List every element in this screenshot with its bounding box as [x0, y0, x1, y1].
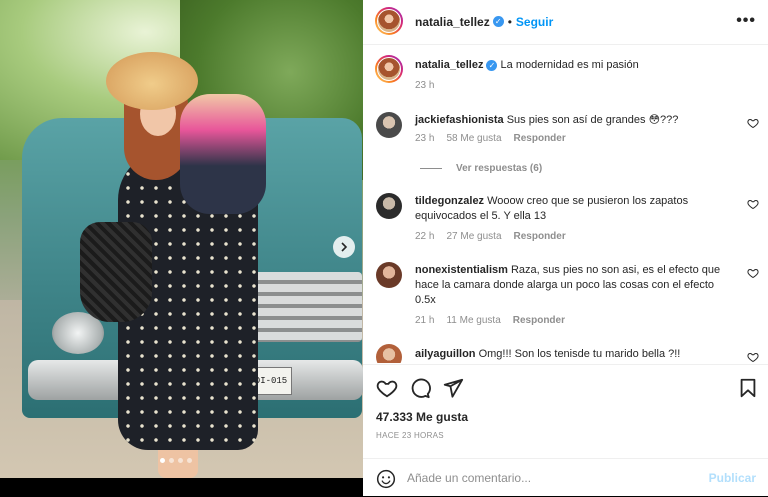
more-options-icon[interactable]: •••: [736, 12, 756, 30]
chevron-right-icon: [341, 242, 348, 252]
author-username[interactable]: natalia_tellez: [415, 15, 490, 29]
carousel-dots: [160, 458, 192, 463]
caption: natalia_tellez ✓ La modernidad es mi pasi…: [415, 58, 745, 73]
comment-username[interactable]: tildegonzalez: [415, 195, 484, 207]
comment-username[interactable]: jackiefashionista: [415, 114, 504, 126]
comment-item: jackiefashionista Sus pies son así de gr…: [415, 113, 745, 128]
comment-time: 23 h: [415, 133, 435, 144]
carousel-dot: [178, 458, 183, 463]
heart-icon[interactable]: [747, 351, 759, 363]
carousel-dot: [187, 458, 192, 463]
replies-line: [420, 167, 442, 169]
comment-text: Sus pies son así de grandes 😳???: [506, 114, 679, 126]
comment-likes[interactable]: 58 Me gusta: [446, 133, 501, 144]
carousel-next-button[interactable]: [333, 236, 355, 258]
comment-meta: 22 h 27 Me gusta Responder: [415, 231, 578, 242]
caption-avatar[interactable]: [375, 55, 403, 83]
view-replies-button[interactable]: Ver respuestas (6): [420, 163, 542, 174]
comment-avatar[interactable]: [376, 262, 402, 288]
photo-bag: [80, 222, 152, 322]
caption-text: La modernidad es mi pasión: [500, 59, 639, 71]
comment-input[interactable]: [407, 467, 697, 489]
post-time: HACE 23 HORAS: [376, 431, 444, 440]
carousel-dot: [169, 458, 174, 463]
comment-avatar[interactable]: [376, 344, 402, 363]
separator: •: [507, 15, 512, 29]
caption-time: 23 h: [415, 80, 435, 91]
paper-plane-icon[interactable]: [442, 377, 464, 399]
reply-button[interactable]: Responder: [514, 133, 566, 144]
verified-badge-icon: ✓: [492, 16, 504, 28]
comment-time: 21 h: [415, 315, 435, 326]
reply-button[interactable]: Responder: [513, 315, 565, 326]
comment-item: nonexistentialism Raza, sus pies no son …: [415, 263, 737, 308]
verified-badge-icon: ✓: [486, 59, 498, 71]
comment-bubble-icon[interactable]: [409, 377, 431, 399]
post-header: natalia_tellez ✓ • Seguir •••: [363, 0, 768, 45]
comment-likes[interactable]: 11 Me gusta: [446, 315, 500, 326]
heart-icon[interactable]: [747, 267, 759, 279]
comment-avatar[interactable]: [376, 112, 402, 138]
heart-icon[interactable]: [376, 377, 398, 399]
post-panel: natalia_tellez ✓ • Seguir ••• natalia_telle…: [363, 0, 768, 496]
carousel-dot: [160, 458, 165, 463]
comment-meta: 23 h 58 Me gusta Responder: [415, 133, 578, 144]
comments-list[interactable]: natalia_tellez ✓ La modernidad es mi pasi…: [363, 45, 768, 363]
comment-item: tildegonzalez Wooow creo que se pusieron…: [415, 194, 737, 224]
author-avatar[interactable]: [375, 7, 403, 35]
likes-count[interactable]: 47.333 Me gusta: [376, 410, 468, 424]
comment-avatar[interactable]: [376, 193, 402, 219]
caption-meta: 23 h: [415, 80, 446, 91]
heart-icon[interactable]: [747, 117, 759, 129]
header-line: natalia_tellez ✓ • Seguir: [415, 13, 553, 31]
comment-item: ailyaguillon Omg!!! Son los tenisde tu m…: [415, 347, 737, 362]
bookmark-icon[interactable]: [737, 377, 759, 399]
comment-meta: 21 h 11 Me gusta Responder: [415, 315, 577, 326]
publish-button[interactable]: Publicar: [709, 471, 756, 485]
view-replies-label: Ver respuestas (6): [456, 163, 543, 174]
comment-text: Omg!!! Son los tenisde tu marido bella ?…: [478, 348, 681, 360]
post-photo[interactable]: DI-015: [0, 0, 363, 478]
comment-time: 22 h: [415, 231, 435, 242]
comment-likes[interactable]: 27 Me gusta: [446, 231, 501, 242]
smiley-icon[interactable]: [376, 469, 396, 489]
follow-button[interactable]: Seguir: [516, 15, 553, 29]
heart-icon[interactable]: [747, 198, 759, 210]
add-comment-bar: Publicar: [363, 458, 768, 497]
comment-username[interactable]: nonexistentialism: [415, 264, 508, 276]
reply-button[interactable]: Responder: [514, 231, 566, 242]
caption-username[interactable]: natalia_tellez: [415, 59, 483, 71]
truck-grille: [240, 272, 362, 342]
comment-username[interactable]: ailyaguillon: [415, 348, 476, 360]
photo-baby: [180, 94, 266, 214]
post-actions: [363, 364, 768, 411]
photo-hat: [106, 52, 198, 110]
